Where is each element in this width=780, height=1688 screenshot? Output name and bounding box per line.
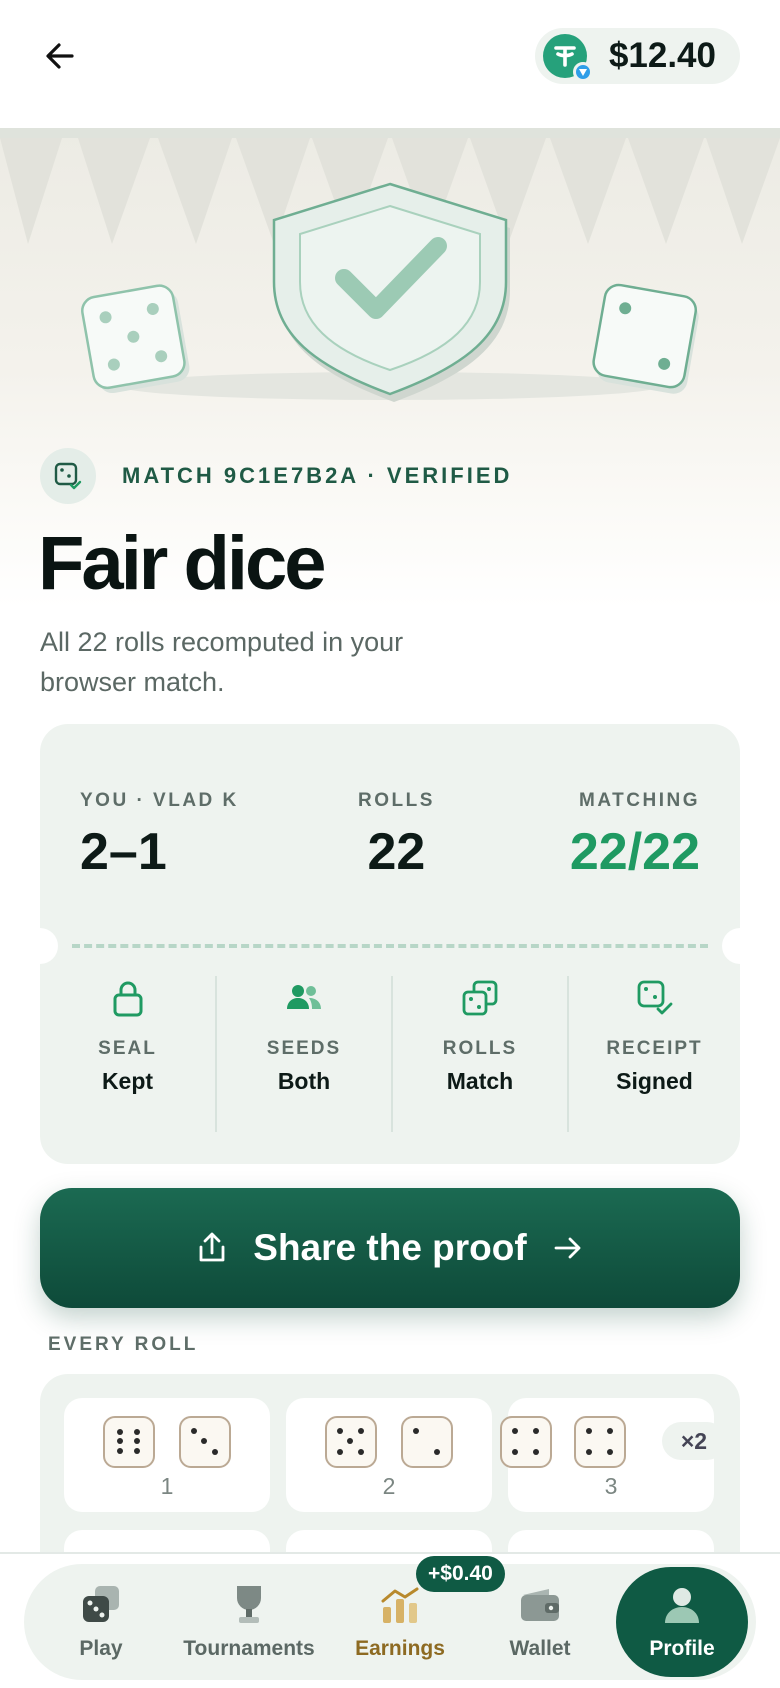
check-label: RECEIPT — [606, 1038, 703, 1059]
arrow-right-icon — [554, 1237, 581, 1259]
die-check-icon — [637, 980, 672, 1015]
users-icon — [287, 985, 321, 1009]
roll-number: 2 — [382, 1473, 396, 1499]
roll-card[interactable]: 2 — [286, 1398, 492, 1512]
page-subtitle: All 22 rolls recomputed in your browser … — [40, 627, 404, 697]
score-stat: YOU · VLAD K 2–1 — [80, 790, 239, 882]
nav-tournaments[interactable]: Tournaments — [174, 1564, 324, 1680]
check-receipt: RECEIPT Signed — [569, 976, 740, 1136]
balance-amount: $12.40 — [608, 36, 716, 75]
nav-label: Tournaments — [183, 1637, 315, 1660]
stat-value: 22 — [367, 823, 426, 881]
ticket-notch-right — [722, 928, 758, 964]
page-title: Fair dice — [38, 521, 327, 606]
bottom-navigation: Play Tournaments Earnings +$0.40 Wallet … — [0, 1552, 780, 1688]
check-value: Both — [277, 1068, 331, 1094]
tether-icon — [542, 34, 593, 82]
check-value: Signed — [616, 1068, 693, 1094]
share-icon — [199, 1232, 225, 1262]
match-id-label: MATCH 9C1E7B2A · VERIFIED — [122, 463, 513, 488]
die-face-2 — [401, 1416, 453, 1468]
rolls-section-title: EVERY ROLL — [48, 1334, 199, 1355]
arrow-left-icon — [46, 43, 74, 69]
ton-icon — [572, 62, 593, 82]
nav-profile[interactable]: Profile — [616, 1567, 748, 1677]
die-face-3 — [179, 1416, 231, 1468]
nav-label: Profile — [649, 1637, 715, 1660]
check-seeds: SEEDS Both — [217, 976, 391, 1136]
check-value: Match — [446, 1068, 514, 1094]
rolls-stat: ROLLS 22 — [358, 790, 435, 882]
verification-summary-card: YOU · VLAD K 2–1 ROLLS 22 MATCHING 22/22… — [22, 724, 758, 1164]
roll-card[interactable]: 1 — [64, 1398, 270, 1512]
dashed-divider — [72, 944, 708, 948]
trophy-icon — [237, 1586, 261, 1623]
nav-label: Play — [79, 1637, 123, 1660]
wallet-icon — [521, 1589, 559, 1621]
screen: $12.40 MATCH 9C1E7B2A · VERIFIED Fair di… — [0, 0, 780, 1688]
match-header: MATCH 9C1E7B2A · VERIFIED — [40, 448, 512, 504]
check-rolls: ROLLS Match — [393, 976, 567, 1136]
stat-value: 2–1 — [80, 823, 167, 881]
dice-icon — [462, 980, 498, 1016]
top-bar: $12.40 — [0, 0, 780, 128]
earnings-icon — [381, 1587, 419, 1623]
die-face-4 — [574, 1416, 626, 1468]
roll-card[interactable]: ×2 3 — [500, 1398, 726, 1512]
check-label: SEEDS — [266, 1038, 342, 1059]
roll-number: 1 — [160, 1473, 174, 1499]
roll-number: 3 — [604, 1473, 618, 1499]
stat-label: ROLLS — [358, 790, 435, 811]
matching-stat: MATCHING 22/22 — [570, 790, 700, 882]
check-label: ROLLS — [442, 1038, 518, 1059]
stat-value: 22/22 — [569, 823, 700, 881]
die-check-icon — [40, 448, 96, 504]
nav-label: Wallet — [509, 1637, 571, 1660]
profile-icon — [665, 1588, 699, 1623]
die-face-6 — [103, 1416, 155, 1468]
check-value: Kept — [101, 1068, 154, 1094]
dice-icon — [83, 1586, 119, 1622]
die-face-4 — [500, 1416, 552, 1468]
share-proof-button[interactable]: Share the proof — [40, 1188, 740, 1308]
doubles-multiplier-badge: ×2 — [662, 1422, 726, 1460]
ticket-notch-left — [22, 928, 58, 964]
stat-label: YOU · VLAD K — [80, 790, 239, 811]
nav-wallet[interactable]: Wallet — [480, 1564, 600, 1680]
share-label: Share the proof — [253, 1227, 527, 1268]
check-label: SEAL — [98, 1038, 157, 1059]
lock-icon — [113, 981, 142, 1017]
back-button[interactable] — [38, 34, 82, 78]
nav-play[interactable]: Play — [44, 1564, 158, 1680]
check-seal: SEAL Kept — [40, 976, 215, 1136]
balance-pill[interactable]: $12.40 — [534, 28, 740, 84]
nav-label: Earnings — [355, 1637, 445, 1660]
die-face-5 — [325, 1416, 377, 1468]
stat-label: MATCHING — [579, 790, 700, 811]
